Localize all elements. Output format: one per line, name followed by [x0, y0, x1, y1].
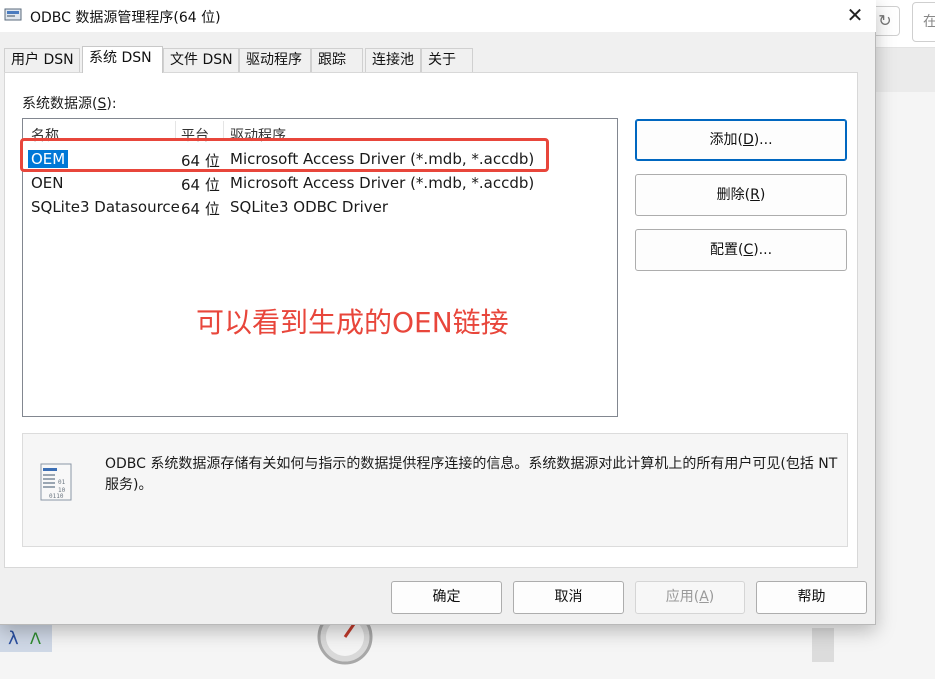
database-document-icon: 01 10 0110 [40, 463, 72, 501]
row-name: SQLite3 Datasource [31, 198, 180, 216]
background-scrollbar[interactable] [812, 628, 834, 662]
tab-tracing[interactable]: 跟踪 [311, 48, 363, 72]
tab-connection-pooling[interactable]: 连接池 [365, 48, 421, 72]
tab-about[interactable]: 关于 [421, 48, 473, 72]
system-data-sources-label: 系统数据源(S): [22, 96, 117, 112]
background-header-strip [876, 48, 935, 92]
list-row[interactable]: SQLite3 Datasource 64 位 SQLite3 ODBC Dri… [23, 195, 617, 219]
svg-text:0110: 0110 [49, 493, 64, 500]
remove-button[interactable]: 删除(R) [635, 174, 847, 216]
row-name: OEN [31, 174, 64, 192]
tab-file-dsn[interactable]: 文件 DSN [163, 48, 239, 72]
svg-text:λ: λ [8, 628, 19, 649]
tab-system-dsn[interactable]: 系统 DSN [82, 46, 163, 73]
add-button[interactable]: 添加(D)... [635, 119, 847, 161]
tab-user-dsn[interactable]: 用户 DSN [4, 48, 80, 72]
cancel-button[interactable]: 取消 [513, 581, 624, 614]
info-panel: 01 10 0110 ODBC 系统数据源存储有关如何与指示的数据提供程序连接的… [22, 433, 848, 547]
odbc-dialog: ODBC 数据源管理程序(64 位) ✕ 用户 DSN 系统 DSN 文件 DS… [0, 0, 876, 625]
row-driver: SQLite3 ODBC Driver [230, 198, 389, 216]
apply-button[interactable]: 应用(A) [635, 581, 745, 614]
annotation-highlight-box [20, 138, 549, 172]
row-platform: 64 位 [181, 176, 220, 194]
list-row[interactable]: OEN 64 位 Microsoft Access Driver (*.mdb,… [23, 171, 617, 195]
svg-text:Λ: Λ [30, 629, 41, 648]
help-button[interactable]: 帮助 [756, 581, 867, 614]
window-title: ODBC 数据源管理程序(64 位) [30, 10, 221, 26]
svg-text:01: 01 [58, 479, 66, 486]
configure-button[interactable]: 配置(C)... [635, 229, 847, 271]
row-platform: 64 位 [181, 200, 220, 218]
close-icon[interactable]: ✕ [838, 0, 872, 32]
annotation-text: 可以看到生成的OEN链接 [196, 306, 509, 339]
title-bar[interactable]: ODBC 数据源管理程序(64 位) ✕ [0, 0, 876, 32]
tab-drivers[interactable]: 驱动程序 [239, 48, 311, 72]
info-description: ODBC 系统数据源存储有关如何与指示的数据提供程序连接的信息。系统数据源对此计… [105, 456, 838, 493]
odbc-app-icon [4, 8, 22, 21]
ok-button[interactable]: 确定 [391, 581, 502, 614]
background-search-input[interactable]: 在 [912, 2, 935, 42]
row-driver: Microsoft Access Driver (*.mdb, *.accdb) [230, 174, 535, 192]
app-shortcut-icon[interactable]: λ Λ [0, 622, 56, 652]
